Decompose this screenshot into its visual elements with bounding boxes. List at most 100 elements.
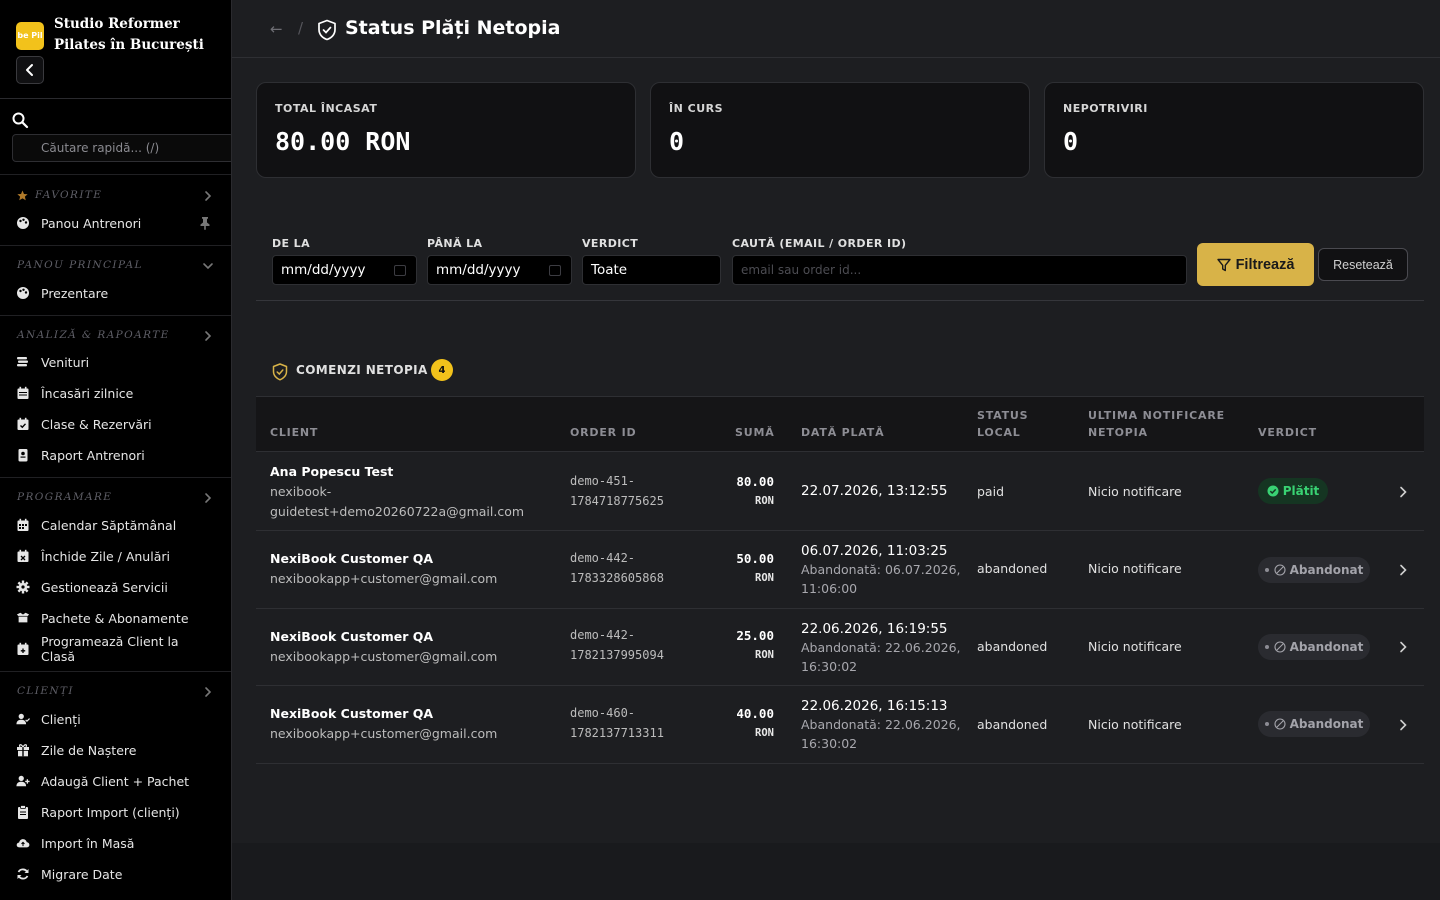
local-status: abandoned: [977, 717, 1048, 732]
back-button[interactable]: ←: [270, 20, 283, 38]
table-row[interactable]: Ana Popescu Test nexibook-guidetest+demo…: [256, 452, 1424, 531]
chevron-right-icon[interactable]: [1396, 640, 1410, 654]
chevron-right-icon[interactable]: [1396, 563, 1410, 577]
sidebar-item-label: Venituri: [41, 354, 90, 370]
order-id: demo-460-1782137713311: [570, 706, 664, 740]
footer-area: [232, 843, 1440, 900]
column-header-order-id[interactable]: ORDER ID: [570, 424, 636, 441]
payment-date: 22.07.2026, 13:12:55: [801, 483, 948, 499]
chevron-right-icon[interactable]: [202, 190, 214, 202]
amount-currency: RON: [755, 495, 774, 507]
chevron-right-icon[interactable]: [202, 492, 214, 504]
section-favorite[interactable]: FAVORITE: [17, 189, 102, 201]
search-input[interactable]: [741, 263, 1186, 277]
table-header: CLIENT ORDER ID SUMĂ DATĂ PLATĂ STATUS L…: [256, 396, 1424, 452]
last-notification: Nicio notificare: [1088, 717, 1182, 732]
pin-icon[interactable]: [199, 216, 211, 230]
sidebar-item-zile-nastere[interactable]: Zile de Naștere: [16, 739, 216, 761]
table-row[interactable]: NexiBook Customer QA nexibookapp+custome…: [256, 686, 1424, 764]
divider: [0, 477, 231, 478]
sidebar-item-clase[interactable]: Clase & Rezervări: [16, 413, 216, 435]
status-badge-label: Abandonat: [1289, 563, 1364, 577]
date-cell: 06.07.2026, 11:03:25 Abandonată: 06.07.2…: [801, 541, 961, 598]
box-open-icon: [16, 611, 30, 625]
chevron-right-icon[interactable]: [202, 686, 214, 698]
filter-button[interactable]: Filtrează: [1197, 243, 1314, 286]
sidebar-item-clienti[interactable]: Clienți: [16, 708, 216, 730]
stat-value: 0: [1063, 127, 1079, 156]
calendar-x-icon: [16, 549, 30, 563]
sidebar-item-prezentare[interactable]: Prezentare: [16, 282, 216, 304]
sidebar-item-panou-antrenori[interactable]: Panou Antrenori: [16, 212, 216, 234]
column-header-suma[interactable]: SUMĂ: [735, 424, 775, 441]
stat-value: 0: [669, 127, 685, 156]
section-clienti[interactable]: CLIENȚI: [17, 685, 74, 697]
calendar-icon[interactable]: [549, 265, 561, 276]
sidebar-item-raport-import[interactable]: Raport Import (clienți): [16, 801, 216, 823]
amount-currency: RON: [755, 572, 774, 584]
section-analiza-label: ANALIZĂ & RAPOARTE: [17, 329, 170, 341]
sidebar-item-label: Zile de Naștere: [41, 742, 137, 758]
local-status: abandoned: [977, 639, 1048, 654]
clipboard-icon: [16, 805, 30, 819]
chevron-right-icon[interactable]: [1396, 718, 1410, 732]
stat-card-total: TOTAL ÎNCASAT 80.00 RON: [256, 82, 636, 178]
sidebar-item-inchide-zile[interactable]: Închide Zile / Anulări: [16, 545, 216, 567]
collapse-sidebar-button[interactable]: [16, 56, 44, 84]
sidebar-item-label: Adaugă Client + Pachet: [41, 773, 190, 789]
orders-count-badge: 4: [431, 359, 453, 381]
chevron-right-icon[interactable]: [1396, 485, 1410, 499]
verdict-select-value: Toate: [591, 262, 628, 278]
table-row[interactable]: NexiBook Customer QA nexibookapp+custome…: [256, 531, 1424, 609]
orders-table: CLIENT ORDER ID SUMĂ DATĂ PLATĂ STATUS L…: [256, 396, 1424, 764]
amount-currency: RON: [755, 649, 774, 661]
sidebar-item-label: Raport Antrenori: [41, 447, 145, 463]
amount-cell: 40.00 RON: [714, 704, 774, 742]
sidebar-item-label: Încasări zilnice: [41, 385, 134, 401]
abandoned-date: Abandonată: 22.06.2026, 16:30:02: [801, 640, 961, 674]
calendar-icon[interactable]: [394, 265, 406, 276]
sidebar-item-adauga-client[interactable]: Adaugă Client + Pachet: [16, 770, 216, 792]
dot-icon: [1264, 568, 1269, 572]
sidebar-item-label: Gestionează Servicii: [41, 579, 168, 595]
date-to-input[interactable]: mm/dd/yyyy: [427, 255, 572, 285]
column-header-status[interactable]: STATUS LOCAL: [977, 407, 1028, 441]
column-header-client[interactable]: CLIENT: [270, 424, 318, 441]
stat-label: NEPOTRIVIRI: [1063, 102, 1148, 115]
section-programare[interactable]: PROGRAMARE: [17, 491, 112, 503]
table-row[interactable]: NexiBook Customer QA nexibookapp+custome…: [256, 609, 1424, 686]
client-name: NexiBook Customer QA: [270, 629, 434, 644]
date-to-value: mm/dd/yyyy: [436, 262, 521, 278]
section-panou-principal[interactable]: PANOU PRINCIPAL: [17, 259, 143, 271]
id-badge-icon: [16, 448, 30, 462]
sidebar-item-incasari[interactable]: Încasări zilnice: [16, 382, 216, 404]
quick-search-input[interactable]: [12, 134, 231, 162]
chevron-down-icon[interactable]: [202, 260, 214, 272]
section-analiza[interactable]: ANALIZĂ & RAPOARTE: [17, 329, 170, 341]
reset-button[interactable]: Resetează: [1318, 248, 1408, 281]
sidebar-item-migrare[interactable]: Migrare Date: [16, 863, 216, 885]
amount-cell: 50.00 RON: [714, 549, 774, 587]
brand-name: Studio Reformer Pilates în București: [54, 16, 204, 53]
stat-label: ÎN CURS: [669, 102, 724, 115]
top-bar: ← / Status Plăți Netopia: [232, 0, 1440, 58]
sidebar-item-calendar[interactable]: Calendar Săptămânal: [16, 514, 216, 536]
chevron-right-icon[interactable]: [202, 330, 214, 342]
sidebar-item-import-masa[interactable]: Import în Masă: [16, 832, 216, 854]
date-from-input[interactable]: mm/dd/yyyy: [272, 255, 417, 285]
amount-currency: RON: [755, 727, 774, 739]
sidebar-item-servicii[interactable]: Gestionează Servicii: [16, 576, 216, 598]
column-header-notificare[interactable]: ULTIMA NOTIFICARE NETOPIA: [1088, 407, 1225, 441]
column-header-verdict[interactable]: VERDICT: [1258, 424, 1317, 441]
shield-check-icon: [272, 363, 288, 381]
column-header-data[interactable]: DATĂ PLATĂ: [801, 424, 884, 441]
column-header-status-line2: LOCAL: [977, 426, 1021, 439]
client-cell: NexiBook Customer QA nexibookapp+custome…: [270, 549, 530, 589]
verdict-select[interactable]: Toate: [582, 255, 721, 285]
filter-from-label: DE LA: [272, 237, 310, 250]
sidebar-item-pachete[interactable]: Pachete & Abonamente: [16, 607, 216, 629]
sidebar-item-raport-antrenori[interactable]: Raport Antrenori: [16, 444, 216, 466]
sidebar-item-programeaza[interactable]: Programează Client la Clasă: [16, 634, 216, 664]
sidebar-item-venituri[interactable]: Venituri: [16, 351, 216, 373]
search-field[interactable]: [732, 255, 1187, 285]
